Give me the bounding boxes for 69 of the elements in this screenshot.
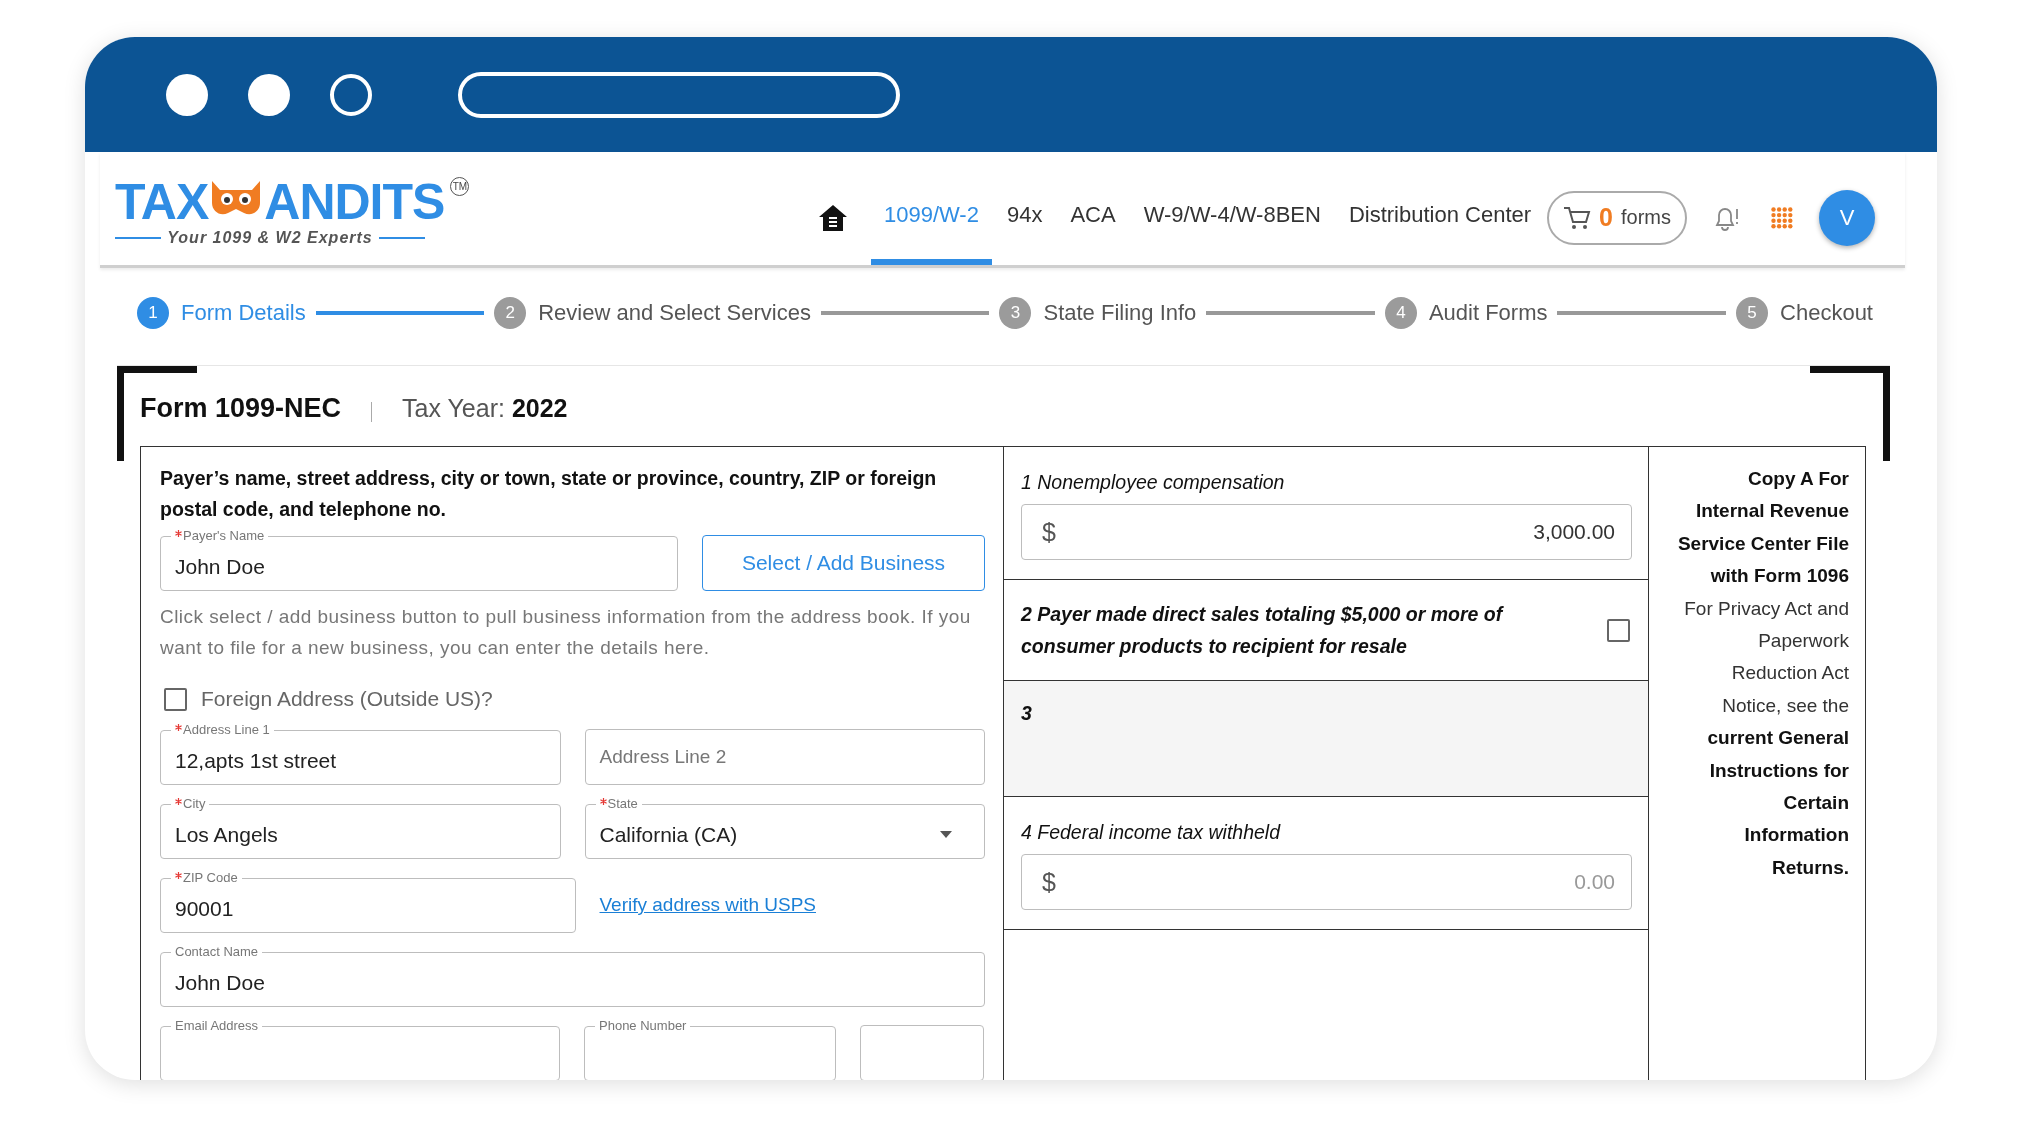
caret-icon	[940, 831, 952, 838]
select-business-button[interactable]: Select / Add Business	[702, 535, 985, 591]
input-field[interactable]	[860, 1025, 984, 1080]
home-icon[interactable]	[817, 202, 848, 233]
checkbox-label: Foreign Address (Outside US)?	[201, 687, 493, 711]
step-label: Review and Select Services	[538, 300, 811, 326]
amount-field[interactable]: $ 0.00	[1021, 854, 1632, 910]
asterisk-icon	[175, 530, 182, 537]
section-heading: Payer’s name, street address, city or town, state or province, country, ZIP or foreign postal code, and telephone no.	[160, 466, 938, 522]
input-field[interactable]: Address Line 2	[584, 729, 985, 785]
window-dot-icon	[330, 73, 372, 116]
step-number: 1	[137, 297, 169, 329]
checkbox[interactable]	[164, 687, 187, 711]
step-label: Form Details	[181, 300, 306, 326]
help-text: Click select / add business button to pull business information from the address book. If you want to file for a new business, you can enter the details here.	[160, 605, 972, 660]
box-label: 4 Federal income tax withheld	[1021, 820, 1282, 845]
field-label: ZIP Code	[183, 871, 238, 885]
state-dropdown[interactable]: State California (CA)	[584, 797, 985, 859]
step[interactable]: 5 Checkout	[1736, 297, 1873, 329]
copy-note: Copy A For Internal Revenue Service Center File with Form 1096 For Privacy Act and Paperwork Reduction Act Notice, see the current General Instructions for Certain Information Returns.	[1677, 467, 1849, 880]
step[interactable]: 2 Review and Select Services	[494, 297, 811, 329]
step-number: 2	[494, 297, 527, 329]
nav-tab[interactable]: ACA	[1057, 170, 1129, 265]
cart-icon	[1563, 204, 1592, 231]
step-number: 3	[999, 297, 1032, 329]
logo-text: ANDITS	[264, 176, 445, 227]
step-label: State Filing Info	[1043, 300, 1197, 326]
box-label: 3	[1021, 702, 1032, 724]
step-number: 5	[1736, 297, 1769, 329]
input-field[interactable]: Email Address	[160, 1019, 560, 1080]
cart-button[interactable]: 0 forms	[1547, 190, 1687, 245]
logo-text: TAX	[115, 176, 209, 227]
step-label: Audit Forms	[1428, 300, 1548, 326]
field-label: Email Address	[175, 1019, 259, 1033]
field-label: Phone Number	[599, 1019, 687, 1033]
asterisk-icon	[599, 798, 607, 805]
field-label: State	[607, 797, 638, 811]
field-label: City	[183, 797, 206, 811]
address-bar[interactable]	[458, 71, 900, 118]
checkbox[interactable]	[1607, 618, 1630, 642]
logo-tagline: Your 1099 & W2 Experts	[167, 228, 373, 247]
form-title: Form 1099-NEC	[140, 392, 342, 424]
input-field[interactable]: Contact Name John Doe	[160, 945, 985, 1007]
asterisk-icon	[175, 798, 182, 805]
asterisk-icon	[175, 872, 182, 879]
step-label: Checkout	[1780, 300, 1873, 326]
window-dot-icon	[166, 73, 208, 116]
verify-link[interactable]: Verify address with USPS	[599, 894, 816, 916]
step[interactable]: 4 Audit Forms	[1384, 297, 1548, 329]
apps-grid-icon[interactable]	[1771, 206, 1793, 229]
field-label: Contact Name	[175, 945, 259, 959]
step[interactable]: 3 State Filing Info	[999, 297, 1197, 329]
input-field[interactable]: ZIP Code 90001	[160, 871, 576, 933]
tax-year: Tax Year: 2022	[402, 393, 568, 423]
input-field[interactable]: Payer's Name John Doe	[160, 529, 678, 591]
input-field[interactable]: Phone Number	[584, 1019, 836, 1080]
amount-field[interactable]: $ 3,000.00	[1021, 504, 1632, 560]
nav-tab[interactable]: Distribution Center	[1335, 170, 1545, 265]
field-label: Payer's Name	[183, 529, 265, 543]
asterisk-icon	[175, 724, 182, 731]
box-label: 2 Payer made direct sales totaling $5,000 or more of consumer products to recipient for resale	[1021, 602, 1505, 659]
step-number: 4	[1384, 297, 1417, 329]
input-field[interactable]: Address Line 1 12,apts 1st street	[160, 723, 561, 785]
nav-tab[interactable]: W-9/W-4/W-8BEN	[1130, 170, 1334, 265]
field-label: Address Line 1	[183, 723, 270, 737]
input-field[interactable]: City Los Angels	[160, 797, 561, 859]
window-dot-icon	[248, 73, 290, 116]
box-label: 1 Nonemployee compensation	[1021, 470, 1286, 495]
nav-tab[interactable]: 94x	[993, 170, 1056, 265]
